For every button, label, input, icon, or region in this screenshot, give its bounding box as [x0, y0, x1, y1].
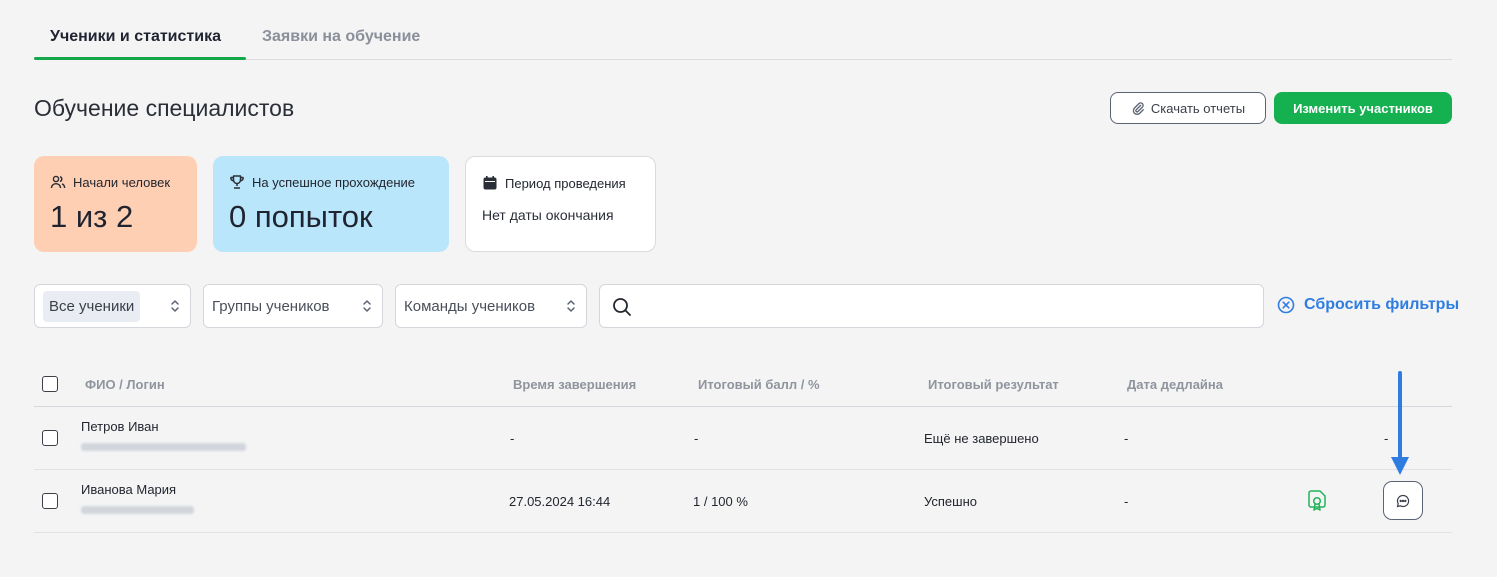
download-reports-label: Скачать отчеты — [1150, 100, 1246, 116]
success-card-label: На успешное прохождение — [252, 174, 416, 190]
users-icon — [50, 175, 66, 189]
column-header-result: Итоговый результат — [928, 377, 1059, 392]
column-header-score: Итоговый балл / % — [698, 377, 820, 392]
final-score: 1 / 100 % — [693, 494, 748, 509]
period-card: Период проведения Нет даты окончания — [465, 156, 656, 252]
edit-participants-button[interactable]: Изменить участников — [1274, 92, 1452, 124]
student-teams-select[interactable]: Команды учеников — [395, 284, 587, 328]
table-row: Иванова Мария 27.05.2024 16:44 1 / 100 %… — [34, 470, 1452, 533]
final-result: Ещё не завершено — [924, 431, 1039, 446]
annotation-arrow-down-icon — [1391, 371, 1409, 475]
row-checkbox[interactable] — [42, 493, 58, 509]
reset-filters-label: Сбросить фильтры — [1304, 296, 1460, 313]
row-checkbox[interactable] — [42, 430, 58, 446]
column-header-name: ФИО / Логин — [85, 377, 165, 392]
search-input[interactable] — [644, 293, 1244, 319]
student-name[interactable]: Иванова Мария — [81, 482, 176, 497]
success-card-header: На успешное прохождение — [229, 174, 433, 190]
student-login-blurred — [81, 443, 246, 451]
deadline-date: - — [1124, 494, 1129, 509]
all-students-select[interactable]: Все ученики — [34, 284, 191, 328]
student-groups-select[interactable]: Группы учеников — [203, 284, 383, 328]
period-card-header: Период проведения — [482, 175, 639, 191]
started-card-value: 1 из 2 — [50, 199, 134, 234]
final-score: - — [694, 431, 699, 446]
student-login-blurred — [81, 506, 194, 514]
success-attempts-card: На успешное прохождение 0 попыток — [213, 156, 449, 252]
comment-button[interactable] — [1383, 481, 1423, 520]
tab-training-requests[interactable]: Заявки на обучение — [262, 28, 420, 46]
calendar-icon — [483, 176, 497, 190]
close-circle-icon — [1277, 296, 1295, 314]
column-header-deadline: Дата дедлайна — [1127, 377, 1223, 392]
active-tab-indicator — [34, 57, 246, 60]
chevron-up-down-icon — [171, 300, 179, 312]
column-header-finish-time: Время завершения — [513, 377, 637, 392]
period-card-label: Период проведения — [505, 175, 626, 191]
all-students-value: Все ученики — [43, 290, 141, 322]
chat-bubble-icon — [1396, 494, 1410, 507]
certificate-icon[interactable] — [1307, 489, 1329, 513]
table-row: Петров Иван - - Ещё не завершено - - — [34, 407, 1452, 470]
search-icon — [613, 298, 631, 316]
started-card-label: Начали человек — [73, 174, 171, 190]
chevron-up-down-icon — [363, 300, 371, 312]
page-title: Обучение специалистов — [34, 95, 295, 121]
period-card-value: Нет даты окончания — [482, 207, 614, 223]
started-count-card: Начали человек 1 из 2 — [34, 156, 197, 252]
student-name[interactable]: Петров Иван — [81, 419, 159, 434]
final-result: Успешно — [924, 494, 977, 509]
finish-time: - — [510, 431, 515, 446]
tab-students-stats[interactable]: Ученики и статистика — [50, 28, 221, 46]
paperclip-icon — [1132, 102, 1144, 115]
reset-filters-link[interactable]: Сбросить фильтры — [1277, 296, 1459, 314]
row-actions-placeholder: - — [1384, 431, 1389, 446]
select-all-checkbox[interactable] — [42, 376, 58, 392]
started-card-header: Начали человек — [50, 174, 181, 190]
student-groups-value: Группы учеников — [212, 297, 330, 315]
search-box — [599, 284, 1264, 328]
table-header: ФИО / Логин Время завершения Итоговый ба… — [34, 360, 1452, 407]
student-teams-value: Команды учеников — [404, 297, 536, 315]
download-reports-button[interactable]: Скачать отчеты — [1110, 92, 1266, 124]
finish-time: 27.05.2024 16:44 — [509, 494, 611, 509]
chevron-up-down-icon — [567, 300, 575, 312]
tabs-bar: Ученики и статистика Заявки на обучение — [34, 0, 1452, 60]
success-card-value: 0 попыток — [229, 199, 373, 234]
trophy-icon — [230, 175, 244, 189]
deadline-date: - — [1124, 431, 1129, 446]
